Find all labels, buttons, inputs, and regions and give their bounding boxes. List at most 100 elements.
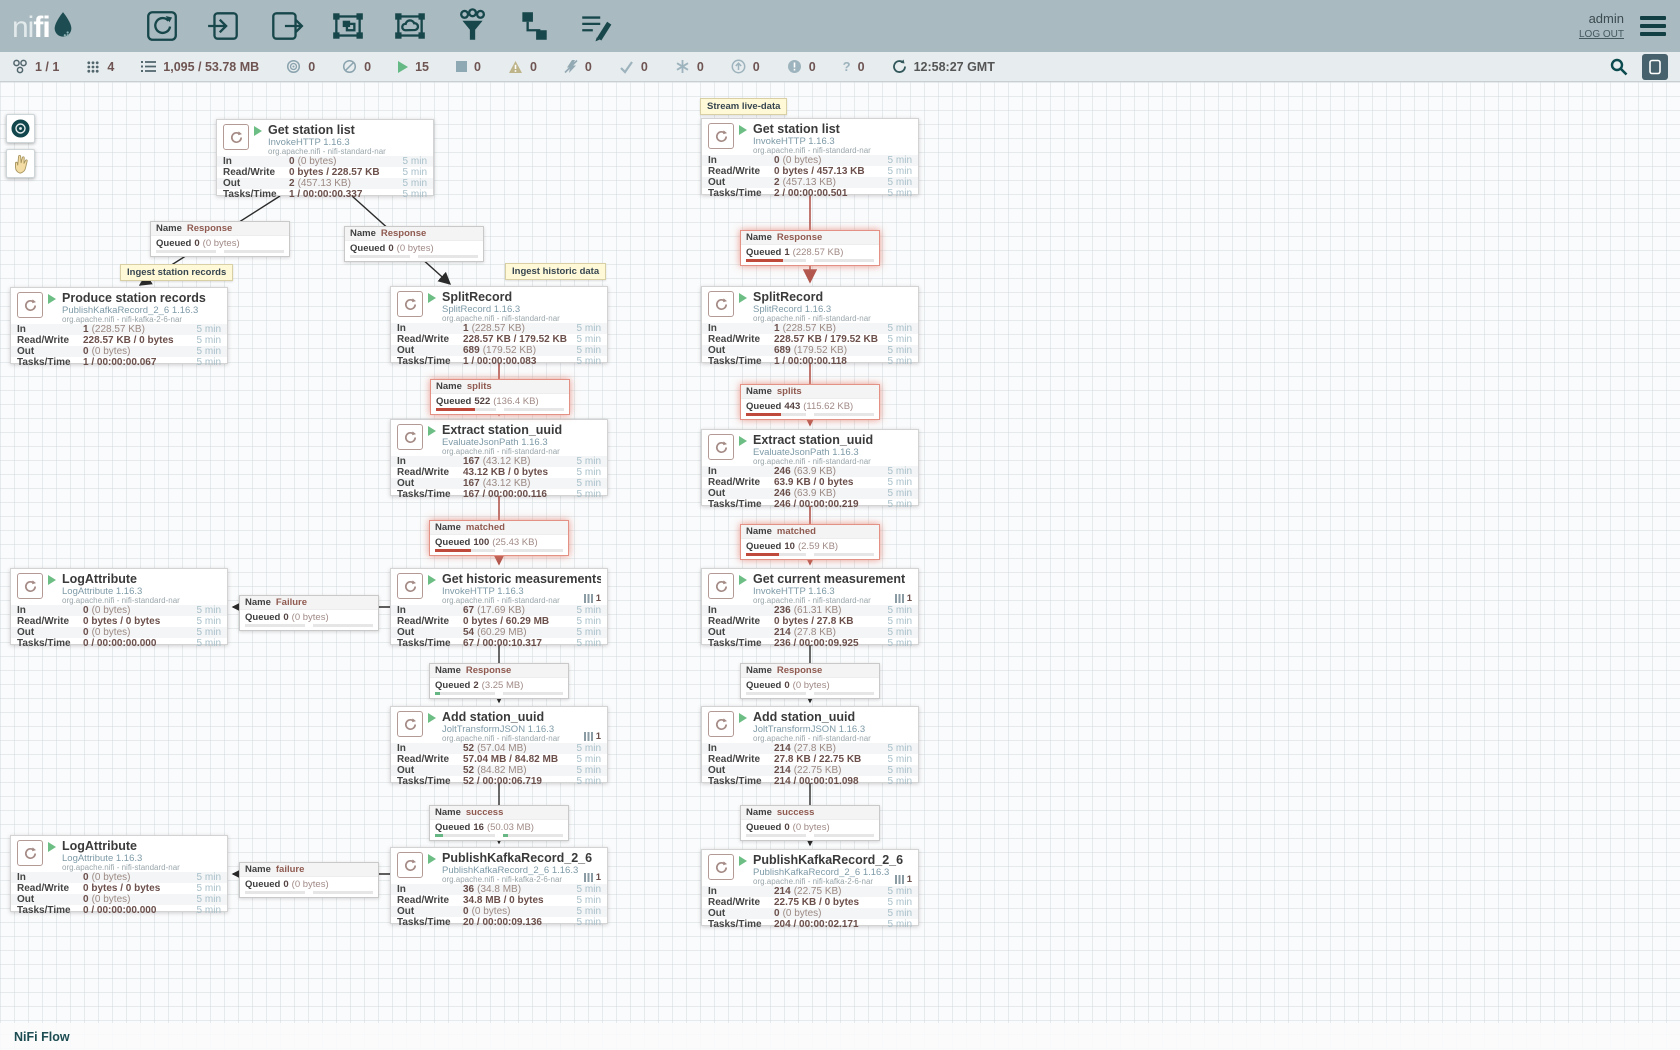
connection-label-matched-live[interactable]: Namematched Queued10(2.59 KB) <box>740 524 880 560</box>
running-status-icon <box>739 125 747 135</box>
processor-extract-station-uuid-historic[interactable]: Extract station_uuidEvaluateJsonPath 1.1… <box>390 419 608 496</box>
connection-label-success-live[interactable]: Namesuccess Queued0(0 bytes) <box>740 805 880 841</box>
processor-type-icon <box>397 291 423 317</box>
processor-bundle: org.apache.nifi - nifi-kafka-2-6-nar <box>62 316 206 325</box>
connection-label-response-to-splitrecord[interactable]: NameResponse Queued0(0 bytes) <box>344 226 484 262</box>
queued-size: (136.4 KB) <box>493 396 538 407</box>
stat-row-in: In0(0 bytes)5 min <box>11 872 227 883</box>
stat-row-read-write: Read/Write27.8 KB / 22.75 KB5 min <box>702 754 918 765</box>
processor-splitrecord-historic[interactable]: SplitRecordSplitRecord 1.16.3org.apache.… <box>390 286 608 363</box>
stat-row-tasks-time: Tasks/Time52 / 00:00:06.7195 min <box>391 776 607 787</box>
settings-panel-button[interactable] <box>1642 54 1668 80</box>
processor-produce-station-records[interactable]: Produce station recordsPublishKafkaRecor… <box>10 287 228 364</box>
output-port-tool-icon[interactable] <box>266 5 306 47</box>
processor-get-station-list-live[interactable]: Get station listInvokeHTTP 1.16.3org.apa… <box>701 118 919 195</box>
invalid-count: 0 <box>530 60 537 74</box>
processor-name: Add station_uuid <box>753 711 871 725</box>
processor-get-historic-measurements[interactable]: Get historic measurementsInvokeHTTP 1.16… <box>390 568 608 645</box>
processor-bundle: org.apache.nifi - nifi-standard-nar <box>62 597 180 606</box>
relationship-name: splits <box>777 386 802 397</box>
processor-splitrecord-live[interactable]: SplitRecordSplitRecord 1.16.3org.apache.… <box>701 286 919 363</box>
connection-label-response-current-measurement[interactable]: NameResponse Queued0(0 bytes) <box>740 663 880 699</box>
connection-label-matched-historic[interactable]: Namematched Queued100(25.43 KB) <box>429 520 569 556</box>
processor-extract-station-uuid-live[interactable]: Extract station_uuidEvaluateJsonPath 1.1… <box>701 429 919 506</box>
processor-name: Extract station_uuid <box>753 434 873 448</box>
processor-name: LogAttribute <box>62 573 180 587</box>
relationship-name: failure <box>276 864 305 875</box>
connection-label-splits-live[interactable]: Namesplits Queued443(115.62 KB) <box>740 384 880 420</box>
processor-publishkafkarecord-historic[interactable]: PublishKafkaRecord_2_6PublishKafkaRecord… <box>390 847 608 924</box>
connection-label-splits-historic[interactable]: Namesplits Queued522(136.4 KB) <box>430 379 570 415</box>
remote-process-group-tool-icon[interactable] <box>390 5 430 47</box>
connection-label-failure-publish[interactable]: Namefailure Queued0(0 bytes) <box>239 862 379 898</box>
status-bar-right <box>1610 54 1668 80</box>
stopped-status: 0 <box>456 60 481 74</box>
label-tool-icon[interactable] <box>576 5 616 47</box>
connection-label-response-live[interactable]: NameResponse Queued1(228.57 KB) <box>740 230 880 266</box>
processor-name: Get station list <box>268 124 386 138</box>
queued-count: 0 <box>194 238 199 249</box>
processor-get-station-list-historic[interactable]: Get station listInvokeHTTP 1.16.3org.apa… <box>216 119 434 196</box>
canvas-label-ingest-station-records[interactable]: Ingest station records <box>120 264 233 281</box>
refresh-icon[interactable] <box>892 59 907 74</box>
canvas-label-ingest-historic-data[interactable]: Ingest historic data <box>505 263 606 280</box>
processor-type-icon <box>397 711 423 737</box>
processor-type-icon <box>397 573 423 599</box>
processor-get-current-measurement[interactable]: Get current measurementInvokeHTTP 1.16.3… <box>701 568 919 645</box>
nifi-logo: nifi <box>0 9 120 43</box>
operate-palette-button[interactable] <box>6 149 35 178</box>
search-icon[interactable] <box>1610 58 1628 76</box>
template-tool-icon[interactable] <box>514 5 554 47</box>
connection-label-response-historic-measurements[interactable]: NameResponse Queued2(3.25 MB) <box>429 663 569 699</box>
breadcrumb-nifi-flow[interactable]: NiFi Flow <box>14 1030 70 1044</box>
queued-count: 1,095 / 53.78 MB <box>163 60 259 74</box>
breadcrumb-bar: NiFi Flow <box>0 1023 1680 1050</box>
input-port-tool-icon[interactable] <box>204 5 244 47</box>
stat-row-tasks-time: Tasks/Time1 / 00:00:00.1185 min <box>702 356 918 367</box>
stat-row-tasks-time: Tasks/Time0 / 00:00:00.0005 min <box>11 638 227 649</box>
connection-label-failure-historic[interactable]: NameFailure Queued0(0 bytes) <box>239 595 379 631</box>
queued-count: 1 <box>784 247 789 258</box>
running-status-icon <box>48 842 56 852</box>
queued-size: (50.03 MB) <box>487 822 534 833</box>
processor-logattribute-historic[interactable]: LogAttributeLogAttribute 1.16.3org.apach… <box>10 568 228 645</box>
up-to-date-check-icon <box>619 60 634 74</box>
funnel-tool-icon[interactable] <box>452 5 492 47</box>
processor-tool-icon[interactable] <box>142 5 182 47</box>
process-group-tool-icon[interactable] <box>328 5 368 47</box>
queued-size: (25.43 KB) <box>492 537 537 548</box>
cluster-status: 1 / 1 <box>12 59 59 74</box>
processor-bundle: org.apache.nifi - nifi-standard-nar <box>442 448 562 457</box>
stat-row-read-write: Read/Write0 bytes / 457.13 KB5 min <box>702 166 918 177</box>
queued-count: 0 <box>784 680 789 691</box>
navigate-palette-button[interactable] <box>6 114 35 143</box>
relationship-name: Response <box>777 665 822 676</box>
stat-row-in: In236(61.31 KB)5 min <box>702 605 918 616</box>
canvas-label-stream-live-data[interactable]: Stream live-data <box>700 98 787 115</box>
processor-add-station-uuid-live[interactable]: Add station_uuidJoltTransformJSON 1.16.3… <box>701 706 919 783</box>
processor-publishkafkarecord-live[interactable]: PublishKafkaRecord_2_6PublishKafkaRecord… <box>701 849 919 926</box>
queued-count: 16 <box>473 822 484 833</box>
connection-label-success-historic[interactable]: Namesuccess Queued16(50.03 MB) <box>429 805 569 841</box>
logo-text-fi: fi <box>33 13 49 43</box>
processor-name: Get current measurement <box>753 573 905 587</box>
flow-canvas[interactable]: Stream live-data Ingest station records … <box>0 82 1680 1050</box>
processor-bundle: org.apache.nifi - nifi-standard-nar <box>753 147 871 156</box>
not-transmitting-icon <box>342 59 357 74</box>
queued-count: 0 <box>283 879 288 890</box>
queued-size: (0 bytes) <box>397 243 434 254</box>
disabled-count: 0 <box>585 60 592 74</box>
processor-add-station-uuid-historic[interactable]: Add station_uuidJoltTransformJSON 1.16.3… <box>390 706 608 783</box>
connection-label-response-to-produce[interactable]: NameResponse Queued0(0 bytes) <box>150 221 290 257</box>
locally-modified-stale-status: 0 <box>787 59 816 74</box>
running-status-icon <box>428 426 436 436</box>
stat-row-out: Out0(0 bytes)5 min <box>702 908 918 919</box>
logout-link[interactable]: LOG OUT <box>1579 28 1624 42</box>
processor-logattribute-live[interactable]: LogAttributeLogAttribute 1.16.3org.apach… <box>10 835 228 912</box>
processor-type-icon <box>17 573 43 599</box>
stat-row-out: Out0(0 bytes)5 min <box>11 627 227 638</box>
stat-row-in: In214(22.75 KB)5 min <box>702 886 918 897</box>
stat-row-read-write: Read/Write43.12 KB / 0 bytes5 min <box>391 467 607 478</box>
processor-bundle: org.apache.nifi - nifi-standard-nar <box>442 735 560 744</box>
global-menu-icon[interactable] <box>1636 12 1670 40</box>
